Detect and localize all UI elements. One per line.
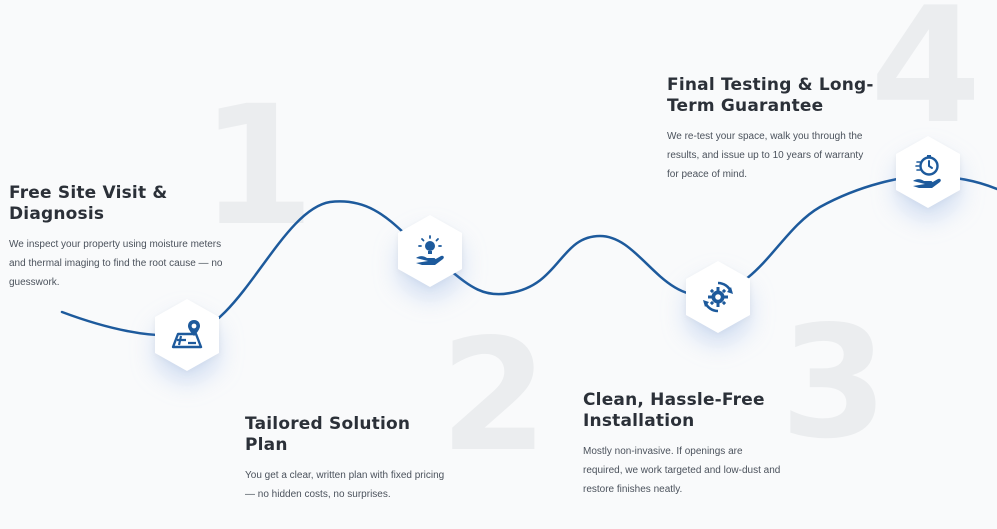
step-4-badge xyxy=(896,136,960,208)
map-location-icon xyxy=(171,320,203,349)
step-2-title: Tailored Solution Plan xyxy=(245,414,411,455)
step-1: Free Site Visit & Diagnosis We inspect y… xyxy=(9,183,224,292)
step-3-description: Mostly non-invasive. If openings are req… xyxy=(583,446,781,495)
step-2-description: You get a clear, written plan with fixed… xyxy=(245,470,445,500)
idea-hand-icon xyxy=(416,235,444,265)
step-3-badge xyxy=(686,261,750,333)
step-1-badge xyxy=(155,299,219,371)
step-1-title: Free Site Visit & Diagnosis xyxy=(9,183,168,224)
gear-cycle-icon xyxy=(703,281,733,313)
step-4: Final Testing & Long-Term Guarantee We r… xyxy=(667,75,887,184)
step-2-badge xyxy=(398,215,462,287)
step-3: Clean, Hassle-Free Installation Mostly n… xyxy=(583,390,783,499)
step-4-title: Final Testing & Long-Term Guarantee xyxy=(667,75,874,116)
step-1-description: We inspect your property using moisture … xyxy=(9,239,223,288)
step-2: Tailored Solution Plan You get a clear, … xyxy=(245,414,450,504)
step-3-title: Clean, Hassle-Free Installation xyxy=(583,390,765,431)
step-4-description: We re-test your space, walk you through … xyxy=(667,131,864,180)
clock-hand-icon xyxy=(913,155,941,188)
